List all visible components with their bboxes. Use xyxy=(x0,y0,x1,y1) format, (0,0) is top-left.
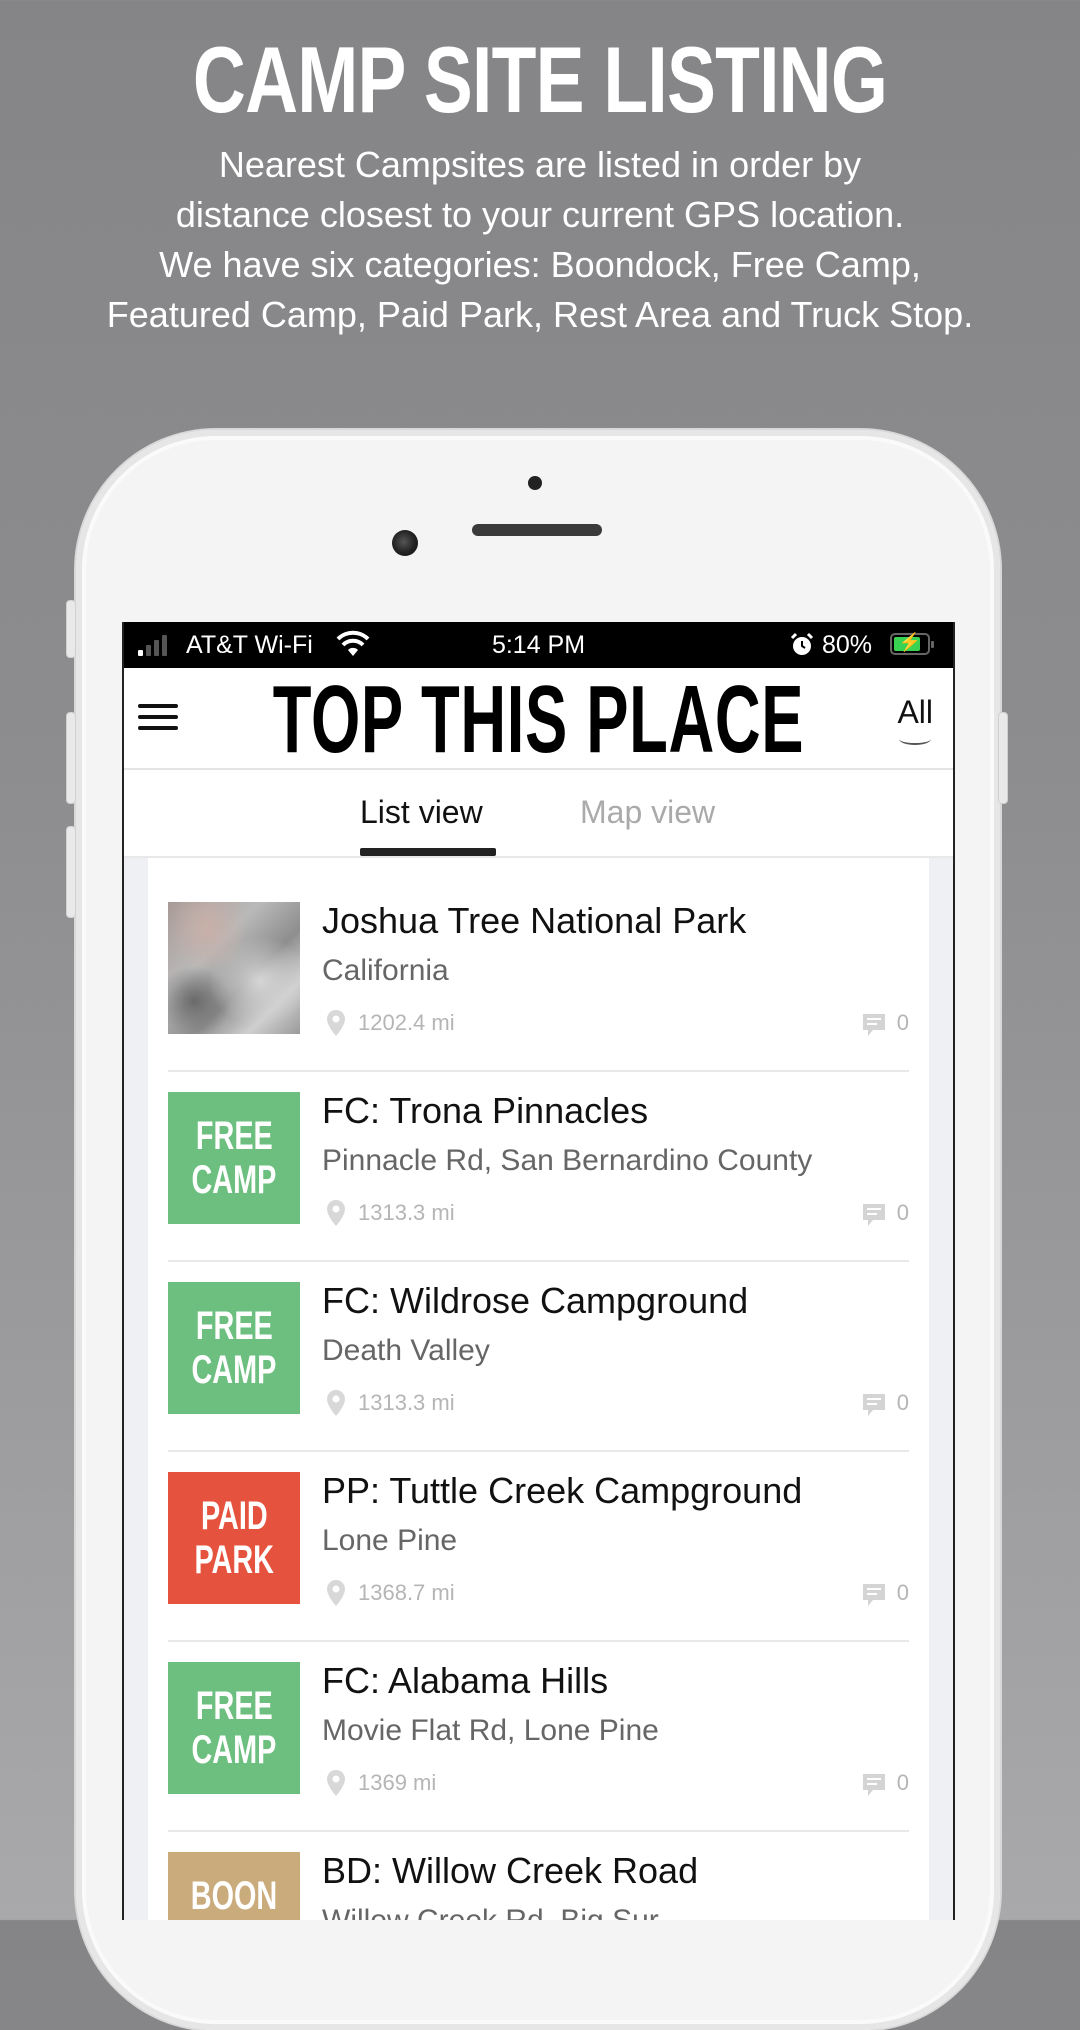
campsite-thumbnail: FREE CAMP xyxy=(168,1662,300,1794)
alarm-clock-icon xyxy=(790,632,814,655)
comment-icon xyxy=(863,1394,885,1416)
comment-icon xyxy=(863,1014,885,1036)
campsite-list-item[interactable]: BOON DOCK BD: Willow Creek Road Willow C… xyxy=(168,1830,909,1920)
campsite-distance: 1368.7 mi xyxy=(358,1580,455,1605)
campsite-distance: 1313.3 mi xyxy=(358,1390,455,1415)
comment-icon xyxy=(863,1774,885,1796)
promo-description-line: Featured Camp, Paid Park, Rest Area and … xyxy=(106,294,974,335)
campsite-name: PP: Tuttle Creek Campground xyxy=(322,1470,803,1511)
comment-count: 0 xyxy=(896,1200,909,1225)
campsite-list-item[interactable]: FREE CAMP FC: Trona Pinnacles Pinnacle R… xyxy=(168,1070,909,1262)
app-logo-title: TOP THIS PLACE xyxy=(272,666,805,773)
category-badge-line: CAMP xyxy=(191,1158,277,1202)
app-header: TOP THIS PLACE All xyxy=(124,668,953,770)
location-pin-icon xyxy=(327,1200,345,1226)
campsite-photo xyxy=(168,902,300,1034)
campsite-list-container[interactable]: Joshua Tree National Park California 120… xyxy=(124,858,953,1920)
campsite-distance: 1313.3 mi xyxy=(358,1200,455,1225)
campsite-distance: 1369 mi xyxy=(358,1770,437,1795)
phone-screen: AT&T Wi-Fi 5:14 PM 80% ⚡ TOP THIS PLACE … xyxy=(122,622,955,1920)
campsite-thumbnail: FREE CAMP xyxy=(168,1092,300,1224)
campsite-address: California xyxy=(322,954,449,987)
campsite-distance: 1202.4 mi xyxy=(358,1010,455,1035)
phone-mute-switch xyxy=(66,600,76,658)
comment-count: 0 xyxy=(896,1390,909,1415)
category-filter-dropdown[interactable]: All xyxy=(897,694,933,745)
promo-description: Nearest Campsites are listed in order by… xyxy=(0,140,1080,340)
campsite-address: Pinnacle Rd, San Bernardino County xyxy=(322,1144,813,1177)
comment-count: 0 xyxy=(896,1580,909,1605)
phone-volume-up-button xyxy=(66,712,76,804)
promo-description-line: Nearest Campsites are listed in order by xyxy=(218,144,862,185)
comment-icon xyxy=(863,1584,885,1606)
promo-description-line: distance closest to your current GPS loc… xyxy=(175,194,905,235)
category-badge-line: PARK xyxy=(194,1538,274,1582)
phone-earpiece xyxy=(472,524,602,536)
campsite-name: FC: Trona Pinnacles xyxy=(322,1090,649,1131)
category-badge-line: PAID xyxy=(200,1494,268,1538)
campsite-list-item[interactable]: PAID PARK PP: Tuttle Creek Campground Lo… xyxy=(168,1450,909,1642)
category-badge-line: FREE xyxy=(195,1684,273,1728)
location-pin-icon xyxy=(327,1010,345,1036)
campsite-thumbnail: PAID PARK xyxy=(168,1472,300,1604)
phone-power-button xyxy=(998,712,1008,804)
campsite-thumbnail: FREE CAMP xyxy=(168,1282,300,1414)
status-bar: AT&T Wi-Fi 5:14 PM 80% ⚡ xyxy=(124,622,953,668)
comment-count: 0 xyxy=(896,1010,909,1035)
category-badge-line: CAMP xyxy=(191,1348,277,1392)
battery-percent: 80% xyxy=(822,631,873,659)
category-badge-line: CAMP xyxy=(191,1728,277,1772)
category-badge-line: BOON xyxy=(190,1874,278,1918)
battery-icon: ⚡ xyxy=(890,632,934,655)
active-tab-indicator xyxy=(360,848,496,856)
campsite-address: Lone Pine xyxy=(322,1524,458,1557)
category-badge-line: FREE xyxy=(195,1304,273,1348)
comment-count: 0 xyxy=(896,1770,909,1795)
campsite-name: Joshua Tree National Park xyxy=(322,900,747,941)
campsite-list-item[interactable]: FREE CAMP FC: Alabama Hills Movie Flat R… xyxy=(168,1640,909,1832)
promo-description-line: We have six categories: Boondock, Free C… xyxy=(159,244,921,285)
location-pin-icon xyxy=(327,1580,345,1606)
campsite-list-item[interactable]: FREE CAMP FC: Wildrose Campground Death … xyxy=(168,1260,909,1452)
campsite-address: Death Valley xyxy=(322,1334,490,1367)
location-pin-icon xyxy=(327,1770,345,1796)
phone-front-camera xyxy=(392,530,418,556)
campsite-address: Willow Creek Rd, Big Sur xyxy=(322,1904,659,1920)
campsite-address: Movie Flat Rd, Lone Pine xyxy=(322,1714,659,1747)
menu-icon[interactable] xyxy=(138,702,180,734)
campsite-name: FC: Alabama Hills xyxy=(322,1660,609,1701)
campsite-name: FC: Wildrose Campground xyxy=(322,1280,749,1321)
filter-label: All xyxy=(897,694,933,730)
campsite-thumbnail: BOON DOCK xyxy=(168,1852,300,1920)
tab-list-view[interactable]: List view xyxy=(360,794,483,831)
phone-proximity-sensor xyxy=(528,476,542,490)
campsite-list: Joshua Tree National Park California 120… xyxy=(148,858,929,1920)
charging-bolt-icon: ⚡ xyxy=(898,632,922,652)
tab-map-view[interactable]: Map view xyxy=(580,794,715,831)
comment-icon xyxy=(863,1204,885,1226)
view-tabs: List view Map view xyxy=(124,770,953,858)
category-badge-line: FREE xyxy=(195,1114,273,1158)
campsite-name: BD: Willow Creek Road xyxy=(322,1850,699,1891)
campsite-list-item[interactable]: Joshua Tree National Park California 120… xyxy=(168,880,909,1072)
chevron-down-icon xyxy=(899,733,932,745)
location-pin-icon xyxy=(327,1390,345,1416)
phone-volume-down-button xyxy=(66,826,76,918)
promo-title: CAMP SITE LISTING xyxy=(192,27,888,132)
